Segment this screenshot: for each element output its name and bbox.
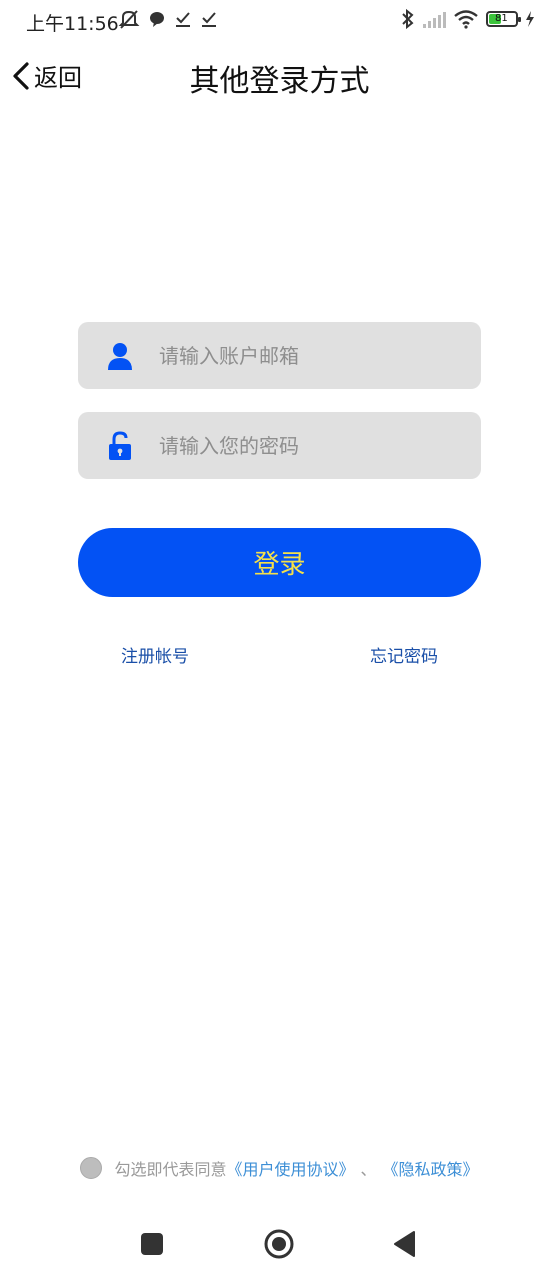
- square-icon: [141, 1233, 163, 1255]
- agreement-text: 勾选即代表同意: [114, 1160, 227, 1179]
- status-time: 上午11:56: [26, 13, 119, 35]
- login-button[interactable]: 登录: [78, 528, 481, 597]
- charging-icon: [526, 11, 534, 27]
- agreement-checkbox[interactable]: [80, 1157, 103, 1179]
- download-done-icon-2: [202, 12, 216, 27]
- recent-apps-button[interactable]: [130, 1222, 174, 1266]
- password-field-container: [78, 412, 481, 479]
- email-input[interactable]: [159, 343, 449, 368]
- battery-icon: 81: [486, 11, 521, 27]
- system-navbar: [0, 1222, 559, 1266]
- bluetooth-icon: [402, 8, 414, 30]
- user-agreement-link[interactable]: 《用户使用协议》: [226, 1156, 354, 1180]
- status-left-icons: [118, 8, 218, 30]
- home-circle-icon: [264, 1229, 294, 1259]
- header: 返回 其他登录方式: [0, 50, 559, 102]
- unlock-icon: [107, 430, 133, 461]
- privacy-policy-link[interactable]: 《隐私政策》: [383, 1156, 479, 1180]
- download-done-icon: [176, 12, 190, 27]
- mute-icon: [118, 10, 140, 29]
- agreement-separator: 、: [360, 1160, 377, 1179]
- register-link[interactable]: 注册帐号: [121, 642, 189, 667]
- triangle-back-icon: [394, 1231, 415, 1257]
- user-icon: [107, 341, 133, 371]
- battery-level: 81: [495, 13, 508, 24]
- signal-icon: [423, 12, 446, 28]
- wifi-icon: [454, 10, 478, 29]
- email-field-container: [78, 322, 481, 389]
- agreement-row: 勾选即代表同意 《用户使用协议》 、 《隐私政策》: [0, 1156, 559, 1180]
- page-title: 其他登录方式: [189, 64, 370, 99]
- chat-bubble-icon: [150, 12, 164, 27]
- system-back-button[interactable]: [383, 1222, 427, 1266]
- status-bar: 上午11:56 81: [0, 0, 559, 42]
- home-button[interactable]: [257, 1222, 301, 1266]
- forgot-password-link[interactable]: 忘记密码: [370, 642, 438, 667]
- status-right-icons: 81: [401, 8, 535, 30]
- password-input[interactable]: [159, 433, 449, 458]
